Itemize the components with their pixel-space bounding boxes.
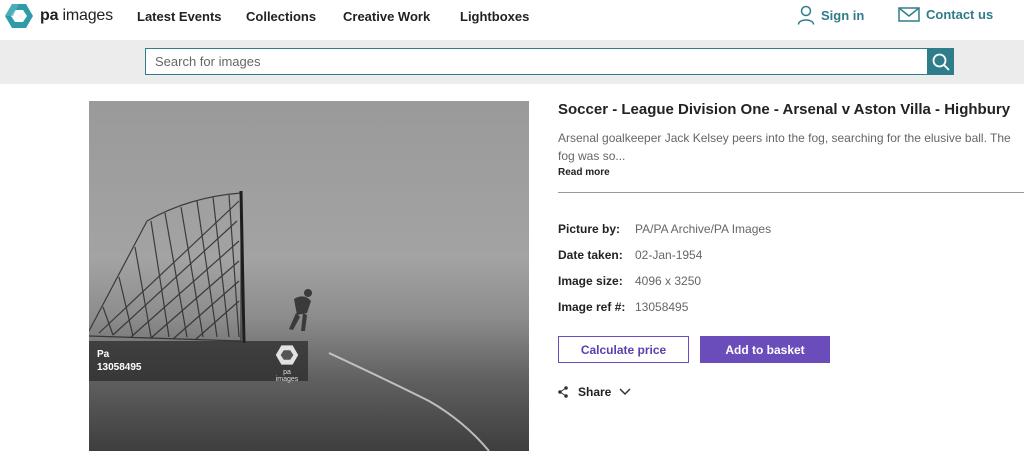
meta-picture-by: Picture by: PA/PA Archive/PA Images bbox=[558, 222, 772, 236]
user-icon bbox=[797, 5, 815, 25]
contact-us-link[interactable]: Contact us bbox=[898, 5, 993, 23]
watermark-text: Pa 13058495 bbox=[97, 349, 142, 373]
top-navigation-bar: pa images Latest Events Collections Crea… bbox=[0, 0, 1024, 38]
hexagon-logo-icon bbox=[5, 4, 33, 28]
nav-lightboxes[interactable]: Lightboxes bbox=[460, 9, 529, 24]
nav-collections[interactable]: Collections bbox=[246, 9, 316, 24]
nav-creative-work[interactable]: Creative Work bbox=[343, 9, 430, 24]
envelope-icon bbox=[898, 7, 920, 22]
image-watermark: Pa 13058495 pa images bbox=[89, 341, 308, 383]
divider bbox=[558, 192, 1024, 193]
read-more-link[interactable]: Read more bbox=[558, 167, 610, 178]
hexagon-logo-icon bbox=[275, 345, 299, 365]
search-button[interactable] bbox=[927, 48, 954, 75]
foggy-goal-scene bbox=[89, 190, 490, 451]
chevron-down-icon bbox=[619, 388, 631, 396]
image-title: Soccer - League Division One - Arsenal v… bbox=[558, 101, 1011, 118]
sign-in-label: Sign in bbox=[821, 7, 865, 23]
meta-image-ref: Image ref #: 13058495 bbox=[558, 300, 689, 314]
search-bar bbox=[0, 40, 1024, 84]
search-input[interactable] bbox=[145, 48, 928, 75]
add-to-basket-button[interactable]: Add to basket bbox=[700, 336, 830, 363]
share-label: Share bbox=[578, 385, 612, 399]
meta-date-taken: Date taken: 02-Jan-1954 bbox=[558, 248, 703, 262]
sign-in-link[interactable]: Sign in bbox=[797, 5, 864, 25]
share-button[interactable]: Share bbox=[558, 385, 631, 399]
image-description: Arsenal goalkeeper Jack Kelsey peers int… bbox=[558, 131, 1011, 163]
watermark-logo: pa images bbox=[272, 344, 302, 383]
calculate-price-button[interactable]: Calculate price bbox=[558, 336, 689, 363]
logo-text: pa images bbox=[40, 7, 113, 24]
share-icon bbox=[558, 386, 568, 398]
pa-images-logo[interactable]: pa images bbox=[4, 3, 113, 29]
nav-latest-events[interactable]: Latest Events bbox=[137, 9, 222, 24]
meta-image-size: Image size: 4096 x 3250 bbox=[558, 274, 702, 288]
main-photo[interactable] bbox=[89, 101, 529, 451]
search-icon bbox=[932, 53, 950, 71]
contact-us-label: Contact us bbox=[926, 6, 994, 22]
